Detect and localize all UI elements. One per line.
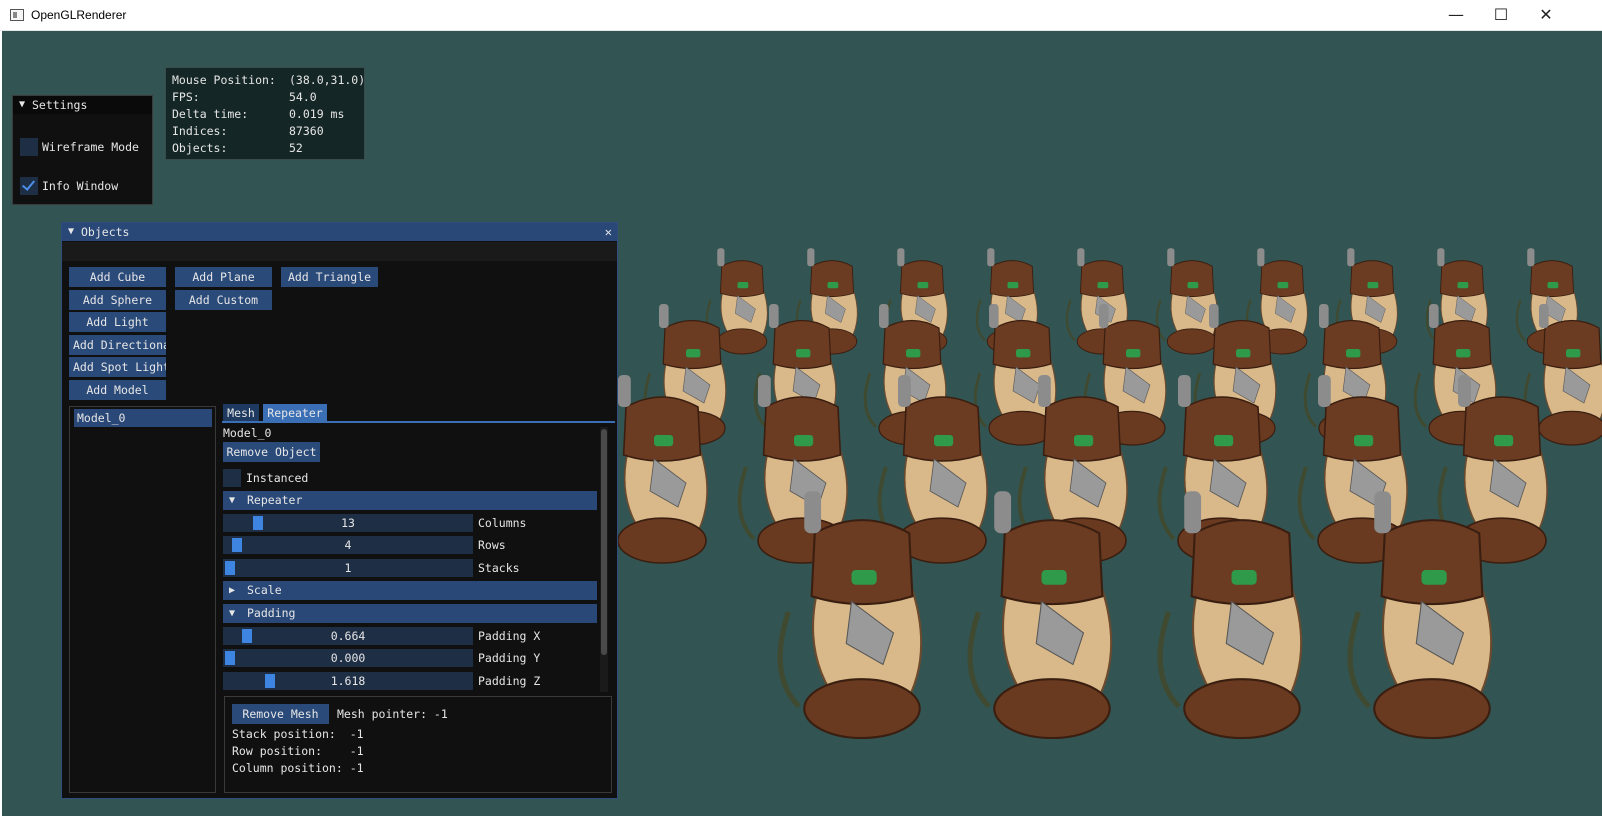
wireframe-mode-label: Wireframe Mode	[42, 140, 139, 154]
minimize-button[interactable]: —	[1433, 0, 1479, 30]
repeater-header-label: Repeater	[247, 493, 303, 507]
backpack-model	[973, 304, 1057, 446]
app-icon	[10, 9, 24, 21]
column-position-text: Column position: -1	[232, 761, 364, 775]
instanced-checkbox[interactable]	[223, 469, 241, 487]
objects-window[interactable]: ▼ Objects ✕ Add Cube Add Plane Add Trian…	[61, 222, 618, 799]
menu-strip	[62, 242, 617, 261]
object-list[interactable]: Model_0	[69, 406, 216, 793]
close-window-button[interactable]: ✕	[1523, 0, 1569, 30]
info-window-label: Info Window	[42, 179, 119, 193]
info-row-fps: FPS: 54.0	[172, 90, 317, 104]
mesh-pointer-text: Mesh pointer: -1	[337, 707, 448, 721]
stack-position-text: Stack position: -1	[232, 727, 364, 741]
window-title: OpenGLRenderer	[31, 8, 127, 22]
padding-y-label: Padding Y	[478, 651, 541, 665]
info-row-objects: Objects: 52	[172, 141, 303, 155]
columns-label: Columns	[478, 516, 527, 530]
window-bottom-edge	[0, 816, 1602, 833]
info-window-checkbox[interactable]	[20, 177, 38, 195]
close-icon[interactable]: ✕	[605, 223, 612, 241]
add-light-button[interactable]: Add Light	[69, 312, 166, 332]
repeater-panel[interactable]: Model_0 Remove Object Instanced ▼ Repeat…	[222, 425, 612, 693]
scrollbar-thumb[interactable]	[601, 429, 607, 655]
repeater-collapsing-header[interactable]: ▼ Repeater	[223, 491, 597, 510]
slider-value: 1	[344, 561, 352, 575]
slider-value: 0.000	[330, 651, 366, 665]
add-spot-light-button[interactable]: Add Spot Light	[69, 357, 166, 377]
padding-collapsing-header[interactable]: ▼ Padding	[223, 604, 597, 623]
mesh-info-panel: Remove Mesh Mesh pointer: -1 Stack posit…	[224, 696, 612, 793]
padding-z-slider[interactable]: 1.618	[223, 672, 473, 690]
columns-slider[interactable]: 13	[223, 514, 473, 532]
info-overlay: Mouse Position: (38.0,31.0) FPS: 54.0 Delt…	[165, 67, 365, 160]
scale-header-label: Scale	[247, 583, 282, 597]
maximize-button[interactable]: ☐	[1478, 0, 1524, 30]
padding-x-label: Padding X	[478, 629, 541, 643]
selected-object-name: Model_0	[223, 426, 272, 440]
title-bar: OpenGLRenderer — ☐ ✕	[0, 0, 1602, 31]
collapse-arrow-icon: ▼	[229, 608, 236, 619]
remove-mesh-button[interactable]: Remove Mesh	[232, 704, 329, 724]
wireframe-mode-checkbox[interactable]	[20, 138, 38, 156]
padding-y-slider[interactable]: 0.000	[223, 649, 473, 667]
backpack-model	[1157, 491, 1303, 740]
rows-label: Rows	[478, 538, 506, 552]
info-row-mouse-position: Mouse Position: (38.0,31.0)	[172, 73, 366, 87]
settings-title: Settings	[32, 98, 88, 112]
repeater-scrollbar[interactable]	[600, 427, 608, 692]
instanced-label: Instanced	[246, 471, 309, 485]
list-item[interactable]: Model_0	[74, 409, 212, 427]
padding-header-label: Padding	[247, 606, 296, 620]
add-custom-button[interactable]: Add Custom	[175, 290, 272, 310]
slider-value: 13	[341, 516, 355, 530]
collapse-arrow-icon[interactable]: ▼	[68, 223, 74, 241]
tab-underline	[222, 421, 615, 423]
tab-mesh[interactable]: Mesh	[223, 404, 259, 422]
objects-title: Objects	[81, 225, 130, 239]
slider-value: 0.664	[330, 629, 366, 643]
remove-object-button[interactable]: Remove Object	[223, 442, 320, 462]
stacks-label: Stacks	[478, 561, 520, 575]
tab-repeater[interactable]: Repeater	[263, 404, 327, 422]
rows-slider[interactable]: 4	[223, 536, 473, 554]
add-plane-button[interactable]: Add Plane	[175, 267, 272, 287]
backpack-model	[967, 491, 1113, 740]
collapse-arrow-icon: ▼	[229, 495, 236, 506]
slider-value: 1.618	[330, 674, 366, 688]
info-row-delta-time: Delta time: 0.019 ms	[172, 107, 345, 121]
collapse-arrow-icon[interactable]: ▼	[19, 96, 25, 114]
expand-arrow-icon: ▶	[229, 585, 236, 596]
add-model-button[interactable]: Add Model	[69, 380, 166, 400]
stacks-slider[interactable]: 1	[223, 559, 473, 577]
row-position-text: Row position: -1	[232, 744, 364, 758]
info-row-indices: Indices: 87360	[172, 124, 324, 138]
padding-x-slider[interactable]: 0.664	[223, 627, 473, 645]
settings-header[interactable]: ▼ Settings	[13, 96, 152, 114]
add-triangle-button[interactable]: Add Triangle	[281, 267, 378, 287]
add-sphere-button[interactable]: Add Sphere	[69, 290, 166, 310]
objects-header[interactable]: ▼ Objects ✕	[62, 223, 617, 241]
settings-window[interactable]: ▼ Settings Wireframe Mode Info Window	[12, 95, 153, 205]
add-cube-button[interactable]: Add Cube	[69, 267, 166, 287]
add-directional-light-button[interactable]: Add Directiona	[69, 335, 166, 355]
slider-value: 4	[344, 538, 352, 552]
backpack-model	[1155, 248, 1218, 355]
padding-z-label: Padding Z	[478, 674, 541, 688]
scale-collapsing-header[interactable]: ▶ Scale	[223, 581, 597, 600]
